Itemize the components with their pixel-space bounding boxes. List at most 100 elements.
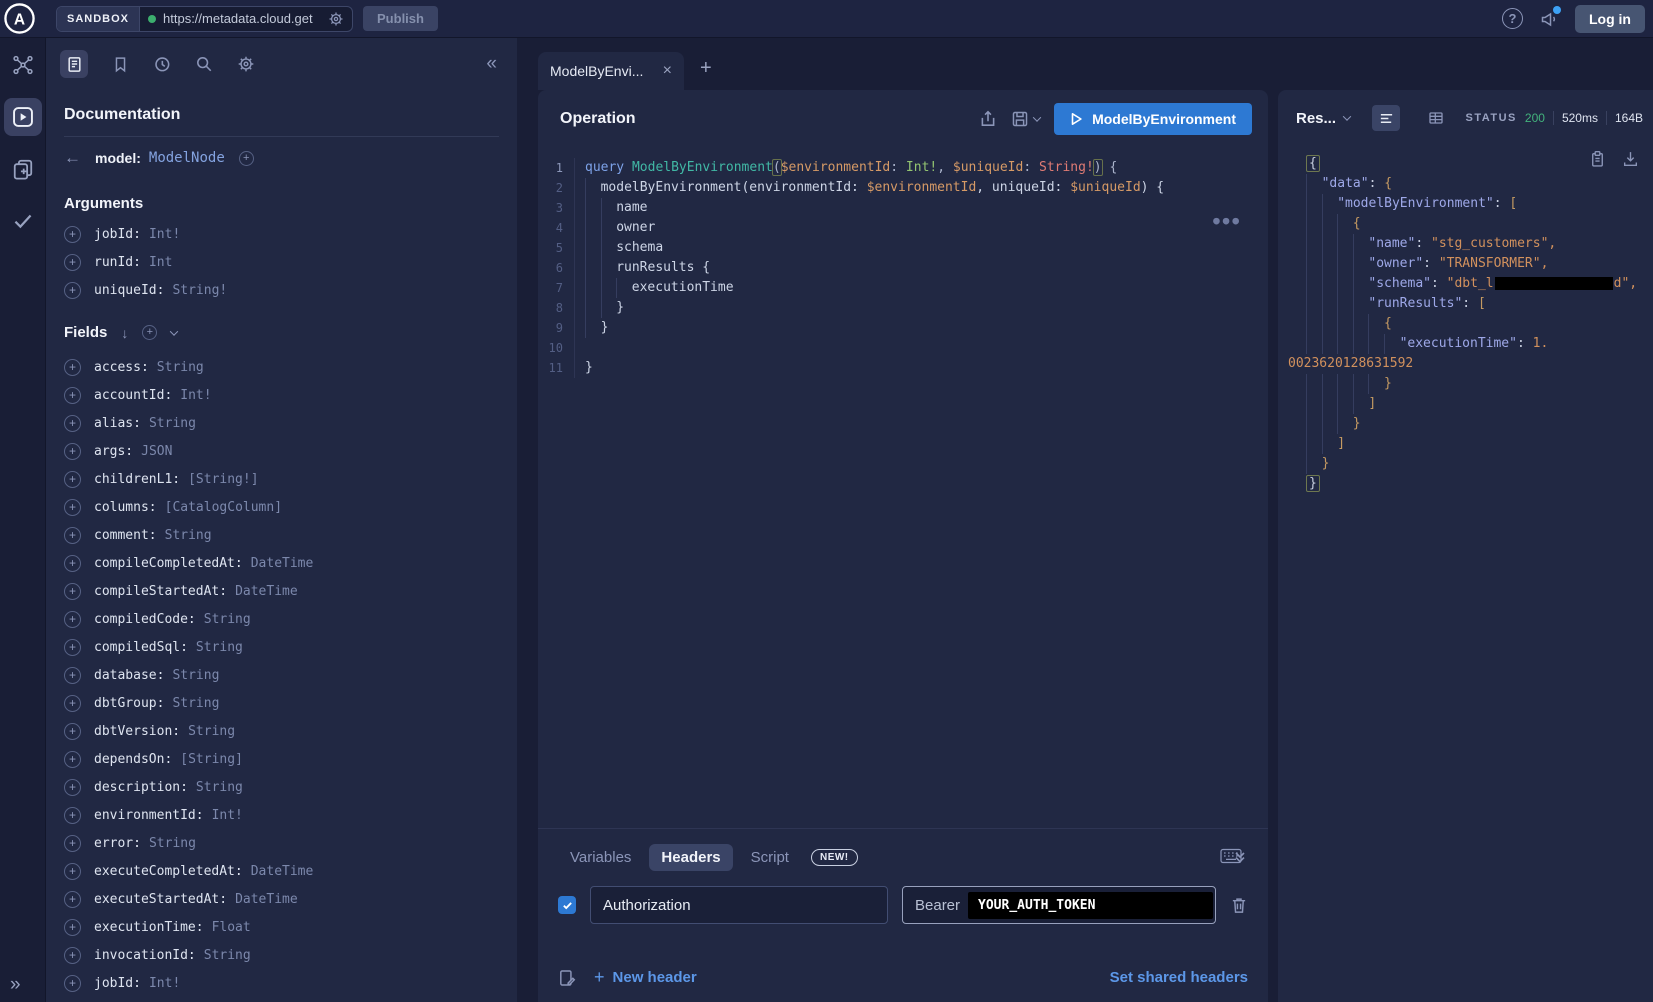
- field-type[interactable]: String: [165, 528, 212, 543]
- run-operation-button[interactable]: ModelByEnvironment: [1054, 103, 1252, 135]
- copy-response-icon[interactable]: [1589, 150, 1606, 168]
- add-field-icon[interactable]: +: [64, 863, 81, 880]
- add-fields-icon[interactable]: +: [142, 325, 157, 340]
- download-response-icon[interactable]: [1622, 150, 1639, 168]
- header-enabled-checkbox[interactable]: [558, 896, 576, 914]
- tab-headers[interactable]: Headers: [649, 844, 732, 871]
- field-type[interactable]: String: [172, 668, 219, 683]
- add-field-icon[interactable]: +: [64, 499, 81, 516]
- help-icon[interactable]: ?: [1502, 8, 1523, 29]
- add-field-icon[interactable]: +: [64, 639, 81, 656]
- field-type[interactable]: [String]: [180, 752, 243, 767]
- field-type[interactable]: DateTime: [251, 864, 314, 879]
- field-type[interactable]: String: [204, 948, 251, 963]
- back-arrow-icon[interactable]: ←: [64, 148, 81, 168]
- share-operation-icon[interactable]: [979, 110, 997, 128]
- field-type[interactable]: DateTime: [235, 892, 298, 907]
- save-operation-group[interactable]: [1011, 110, 1040, 128]
- add-field-icon[interactable]: +: [64, 226, 81, 243]
- code-line[interactable]: 5schema: [538, 238, 1268, 258]
- tab-variables[interactable]: Variables: [558, 844, 643, 871]
- delete-header-trash-icon[interactable]: [1230, 896, 1248, 915]
- tab-script[interactable]: Script: [739, 844, 801, 871]
- field-type[interactable]: Int: [149, 255, 172, 270]
- type-value-link[interactable]: ModelNode: [149, 150, 225, 166]
- field-type[interactable]: String: [157, 360, 204, 375]
- table-view-toggle[interactable]: [1422, 105, 1450, 131]
- field-type[interactable]: DateTime: [251, 556, 314, 571]
- field-type[interactable]: String: [188, 724, 235, 739]
- code-line[interactable]: 8}: [538, 298, 1268, 318]
- add-field-icon[interactable]: +: [64, 387, 81, 404]
- explorer-settings-gear-icon[interactable]: [237, 55, 255, 73]
- field-type[interactable]: String: [204, 612, 251, 627]
- field-type[interactable]: String: [149, 416, 196, 431]
- close-tab-icon[interactable]: ×: [663, 63, 672, 79]
- add-field-icon[interactable]: +: [64, 282, 81, 299]
- field-type[interactable]: Int!: [180, 388, 211, 403]
- documentation-tab-icon[interactable]: [60, 50, 88, 78]
- response-title[interactable]: Res...: [1296, 110, 1336, 127]
- add-field-icon[interactable]: +: [64, 779, 81, 796]
- endpoint-url-box[interactable]: https://metadata.cloud.get: [140, 11, 352, 27]
- field-type[interactable]: String: [196, 780, 243, 795]
- auth-token-value[interactable]: YOUR_AUTH_TOKEN: [968, 892, 1213, 919]
- save-floppy-icon[interactable]: [1011, 110, 1029, 128]
- add-field-icon[interactable]: +: [64, 667, 81, 684]
- add-field-icon[interactable]: +: [64, 975, 81, 992]
- schema-graph-icon[interactable]: [4, 46, 42, 84]
- endpoint-settings-gear-icon[interactable]: [328, 11, 344, 27]
- field-type[interactable]: String!: [172, 283, 227, 298]
- add-field-icon[interactable]: +: [64, 835, 81, 852]
- code-line[interactable]: 1query ModelByEnvironment($environmentId…: [538, 158, 1268, 178]
- announcements-megaphone-icon[interactable]: [1539, 9, 1559, 29]
- code-line[interactable]: 4owner: [538, 218, 1268, 238]
- add-field-icon[interactable]: +: [64, 254, 81, 271]
- search-icon[interactable]: [195, 55, 213, 73]
- code-line[interactable]: 7executionTime: [538, 278, 1268, 298]
- field-type[interactable]: JSON: [141, 444, 172, 459]
- collapse-bottom-panel-icon[interactable]: [1232, 849, 1248, 865]
- query-editor[interactable]: 1query ModelByEnvironment($environmentId…: [538, 148, 1268, 378]
- new-tab-icon[interactable]: +: [700, 58, 712, 78]
- add-field-icon[interactable]: +: [64, 415, 81, 432]
- field-type[interactable]: [CatalogColumn]: [165, 500, 282, 515]
- checks-nav-item[interactable]: [4, 202, 42, 240]
- add-field-icon[interactable]: +: [64, 555, 81, 572]
- collapse-panel-icon[interactable]: «: [486, 53, 503, 75]
- field-type[interactable]: Int!: [149, 976, 180, 991]
- endpoint-url[interactable]: https://metadata.cloud.get: [163, 11, 321, 26]
- field-type[interactable]: Int!: [212, 808, 243, 823]
- add-field-icon[interactable]: +: [64, 891, 81, 908]
- code-line[interactable]: 10: [538, 338, 1268, 358]
- code-line[interactable]: 2modelByEnvironment(environmentId: $envi…: [538, 178, 1268, 198]
- add-field-icon[interactable]: +: [64, 611, 81, 628]
- code-line[interactable]: 3name: [538, 198, 1268, 218]
- field-type[interactable]: Float: [212, 920, 251, 935]
- expand-rail-icon[interactable]: »: [10, 975, 21, 994]
- new-header-button[interactable]: + New header: [594, 967, 697, 988]
- add-field-icon[interactable]: +: [64, 919, 81, 936]
- field-type[interactable]: String: [149, 836, 196, 851]
- response-json-viewer[interactable]: {"data": {"modelByEnvironment": [{"name"…: [1278, 146, 1653, 494]
- field-type[interactable]: String: [172, 696, 219, 711]
- publish-button[interactable]: Publish: [363, 6, 438, 31]
- field-type[interactable]: DateTime: [235, 584, 298, 599]
- add-field-icon[interactable]: +: [64, 807, 81, 824]
- header-key-input[interactable]: [590, 886, 888, 924]
- code-line[interactable]: 9}: [538, 318, 1268, 338]
- environment-variables-icon[interactable]: [558, 969, 576, 987]
- operations-nav-item[interactable]: [4, 150, 42, 188]
- field-type[interactable]: String: [196, 640, 243, 655]
- explorer-nav-item[interactable]: [4, 98, 42, 136]
- login-button[interactable]: Log in: [1575, 5, 1645, 33]
- field-type[interactable]: [String!]: [188, 472, 258, 487]
- header-value-field[interactable]: Bearer YOUR_AUTH_TOKEN: [902, 886, 1216, 924]
- add-field-icon[interactable]: +: [64, 695, 81, 712]
- sort-fields-icon[interactable]: ↓: [121, 325, 128, 341]
- field-type[interactable]: Int!: [149, 227, 180, 242]
- save-chevron-down-icon[interactable]: [1033, 113, 1041, 121]
- add-field-icon[interactable]: +: [64, 527, 81, 544]
- add-field-icon[interactable]: +: [64, 443, 81, 460]
- code-line[interactable]: 11}: [538, 358, 1268, 378]
